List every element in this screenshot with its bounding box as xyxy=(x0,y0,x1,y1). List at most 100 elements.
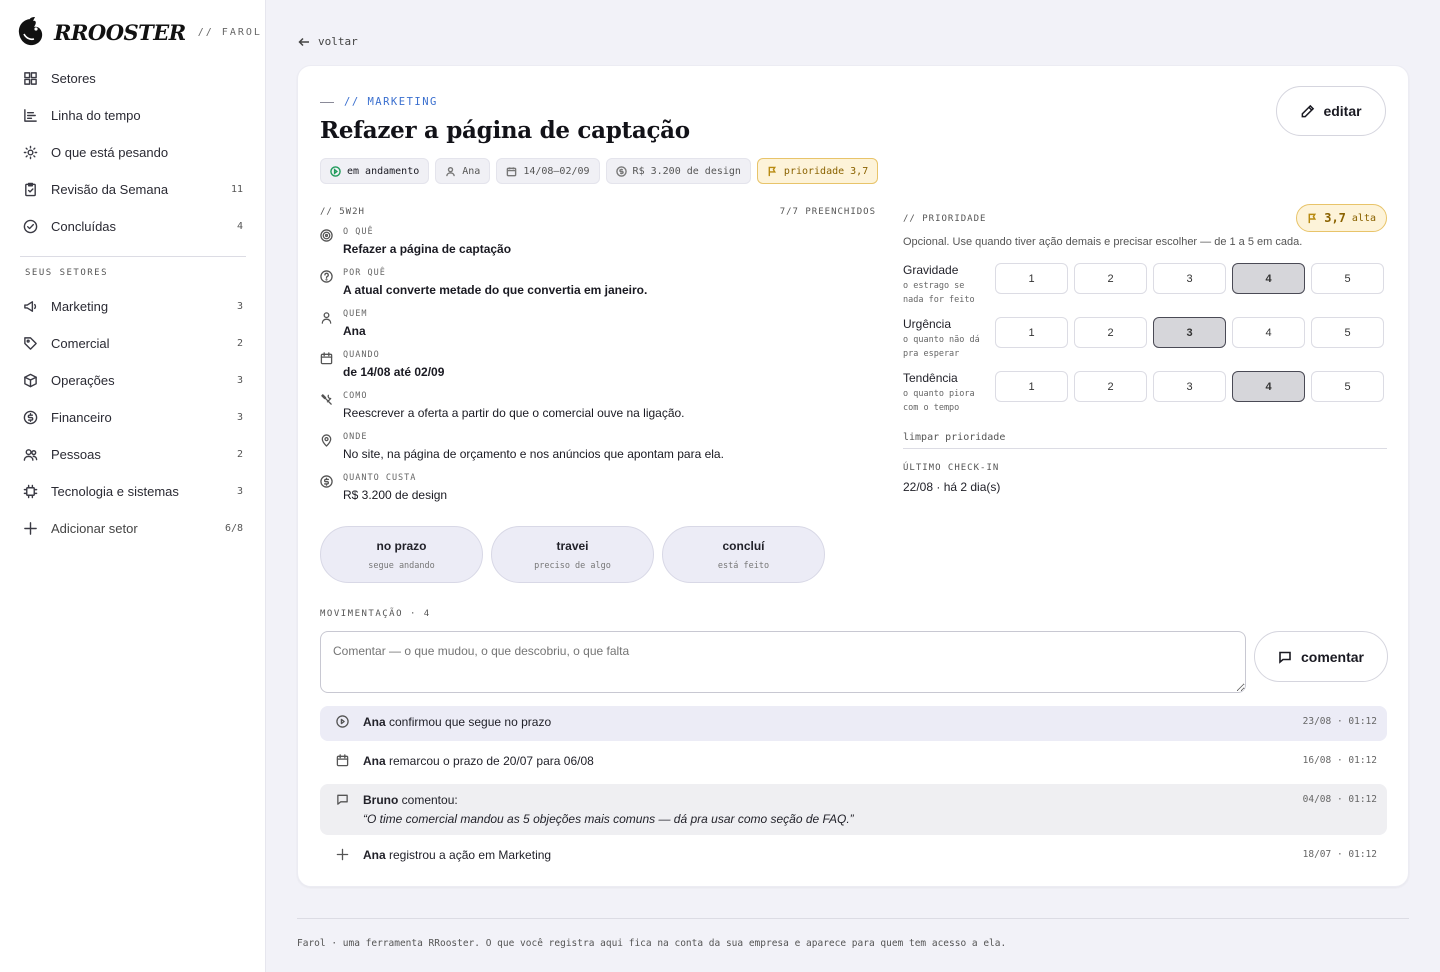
sidebar-item-marketing[interactable]: Marketing 3 xyxy=(20,288,246,325)
scale-sub: o quanto não dá pra esperar xyxy=(903,335,980,359)
sidebar-item-o-que-esta-pesando[interactable]: O que está pesando xyxy=(20,134,246,171)
activity-text: Ana confirmou que segue no prazo xyxy=(363,714,1303,733)
dates-chip: 14/08–02/09 xyxy=(496,158,600,184)
activity-actor: Bruno xyxy=(363,793,399,807)
chip-icon xyxy=(22,484,38,500)
w5h2-label: // 5W2H xyxy=(320,207,365,217)
comment-input[interactable] xyxy=(320,631,1246,693)
sidebar-item-adicionar-setor[interactable]: Adicionar setor 6/8 xyxy=(20,510,246,547)
scale-option-4[interactable]: 4 xyxy=(1232,371,1305,402)
pin-icon xyxy=(320,431,343,472)
grid-icon xyxy=(22,71,38,87)
tools-icon xyxy=(320,390,343,431)
brand-tag: // FAROL xyxy=(197,26,262,38)
scale-option-2[interactable]: 2 xyxy=(1074,317,1147,348)
status-button-title: concluí xyxy=(722,538,765,553)
activity-feed: Ana confirmou que segue no prazo 23/08 ·… xyxy=(320,706,1387,878)
sidebar-item-operacoes[interactable]: Operações 3 xyxy=(20,362,246,399)
status-done-button[interactable]: concluí está feito xyxy=(662,526,825,583)
scale-option-2[interactable]: 2 xyxy=(1074,263,1147,294)
action-card: // MARKETING Refazer a página de captaçã… xyxy=(297,65,1409,887)
w5h2-item-label: QUANDO xyxy=(343,350,380,360)
activity-time: 16/08 · 01:12 xyxy=(1302,755,1377,766)
sidebar-item-label: Revisão da Semana xyxy=(51,182,169,197)
question-icon xyxy=(320,267,343,308)
activity-action: confirmou que segue no prazo xyxy=(385,715,552,729)
activity-item: Ana registrou a ação em Marketing 18/07 … xyxy=(320,839,1387,874)
sidebar-item-label: Comercial xyxy=(51,336,110,351)
scale-name: Urgência xyxy=(903,317,952,331)
scale-option-1[interactable]: 1 xyxy=(995,263,1068,294)
scale-gravidade: Gravidade o estrago se nada for feito 12… xyxy=(903,263,1387,317)
scale-option-4[interactable]: 4 xyxy=(1232,263,1305,294)
status-button-sub: está feito xyxy=(717,560,770,571)
sector-kicker: // MARKETING xyxy=(320,96,438,108)
clear-priority-link[interactable]: limpar prioridade xyxy=(903,432,1005,443)
w5h2-item: COMO Reescrever a oferta a partir do que … xyxy=(320,390,876,431)
tag-icon xyxy=(22,336,38,352)
sidebar-item-count: 3 xyxy=(236,486,243,497)
sidebar-item-concluidas[interactable]: Concluídas 4 xyxy=(20,208,246,245)
w5h2-item-value: R$ 3.200 de design xyxy=(343,488,448,502)
w5h2-header: // 5W2H 7/7 PREENCHIDOS xyxy=(320,207,876,217)
sidebar-item-comercial[interactable]: Comercial 2 xyxy=(20,325,246,362)
scale-option-5[interactable]: 5 xyxy=(1311,317,1384,348)
cost-chip: R$ 3.200 de design xyxy=(605,158,751,184)
back-link[interactable]: voltar xyxy=(298,35,358,48)
w5h2-item: ONDE No site, na página de orçamento e no… xyxy=(320,431,876,472)
scale-urgencia: Urgência o quanto não dá pra esperar 123… xyxy=(903,317,1387,371)
scale-option-4[interactable]: 4 xyxy=(1232,317,1305,348)
scale-option-3[interactable]: 3 xyxy=(1153,371,1226,402)
sidebar-item-label: Concluídas xyxy=(51,219,117,234)
activity-time: 18/07 · 01:12 xyxy=(1302,849,1377,860)
sidebar-item-tecnologia[interactable]: Tecnologia e sistemas 3 xyxy=(20,473,246,510)
play-circle-icon xyxy=(336,714,363,733)
sidebar-item-count: 2 xyxy=(236,449,243,460)
scale-option-3[interactable]: 3 xyxy=(1153,317,1226,348)
dates-chip-label: 14/08–02/09 xyxy=(523,165,590,177)
status-chip: em andamento xyxy=(320,158,430,184)
w5h2-item-value: A atual converte metade do que convertia… xyxy=(343,283,648,297)
scale-option-1[interactable]: 1 xyxy=(995,371,1068,402)
checkin-value: 22/08 · há 2 dia(s) xyxy=(903,480,1001,494)
w5h2-item-label: QUEM xyxy=(343,309,368,319)
flag-icon xyxy=(1308,213,1317,223)
status-on-track-button[interactable]: no prazo segue andando xyxy=(320,526,483,583)
status-blocked-button[interactable]: travei preciso de algo xyxy=(491,526,654,583)
sidebar-item-revisao-da-semana[interactable]: Revisão da Semana 11 xyxy=(20,171,246,208)
scale-option-2[interactable]: 2 xyxy=(1074,371,1147,402)
box-icon xyxy=(22,373,38,389)
comment-button[interactable]: comentar xyxy=(1254,631,1388,682)
scale-option-5[interactable]: 5 xyxy=(1311,263,1384,294)
w5h2-item: O QUÊ Refazer a página de captação xyxy=(320,226,876,267)
scale-option-5[interactable]: 5 xyxy=(1311,371,1384,402)
status-button-title: travei xyxy=(556,538,589,553)
play-circle-icon xyxy=(330,165,341,177)
edit-button[interactable]: editar xyxy=(1276,86,1386,136)
activity-text: Ana remarcou o prazo de 20/07 para 06/08 xyxy=(363,753,1303,772)
priority-level: alta xyxy=(1351,212,1376,224)
rooster-logo-icon xyxy=(18,17,43,46)
w5h2-item-value: Ana xyxy=(343,324,366,338)
scale-option-3[interactable]: 3 xyxy=(1153,263,1226,294)
checkin-label: ÚLTIMO CHECK-IN xyxy=(903,463,1000,473)
brand[interactable]: RROOSTER // FAROL xyxy=(16,16,262,48)
status-chip-label: em andamento xyxy=(347,165,420,177)
sidebar-item-financeiro[interactable]: Financeiro 3 xyxy=(20,399,246,436)
scale-sub: o quanto piora com o tempo xyxy=(903,389,975,413)
w5h2-item: QUANTO CUSTA R$ 3.200 de design xyxy=(320,472,876,513)
sidebar-section-label: SEUS SETORES xyxy=(25,268,109,278)
status-button-title: no prazo xyxy=(376,538,427,553)
scale-option-1[interactable]: 1 xyxy=(995,317,1068,348)
sidebar-item-setores[interactable]: Setores xyxy=(20,60,246,97)
plus-icon xyxy=(22,521,38,537)
priority-chip-label: prioridade 3,7 xyxy=(783,165,869,177)
w5h2-item: QUEM Ana xyxy=(320,308,876,349)
megaphone-icon xyxy=(22,299,38,315)
cost-chip-label: R$ 3.200 de design xyxy=(632,165,741,177)
priority-score: 3,7 xyxy=(1324,211,1346,225)
sidebar-item-pessoas[interactable]: Pessoas 2 xyxy=(20,436,246,473)
sidebar-item-linha-do-tempo[interactable]: Linha do tempo xyxy=(20,97,246,134)
activity-actor: Ana xyxy=(363,754,386,768)
priority-header: // PRIORIDADE 3,7 alta xyxy=(903,204,1387,232)
